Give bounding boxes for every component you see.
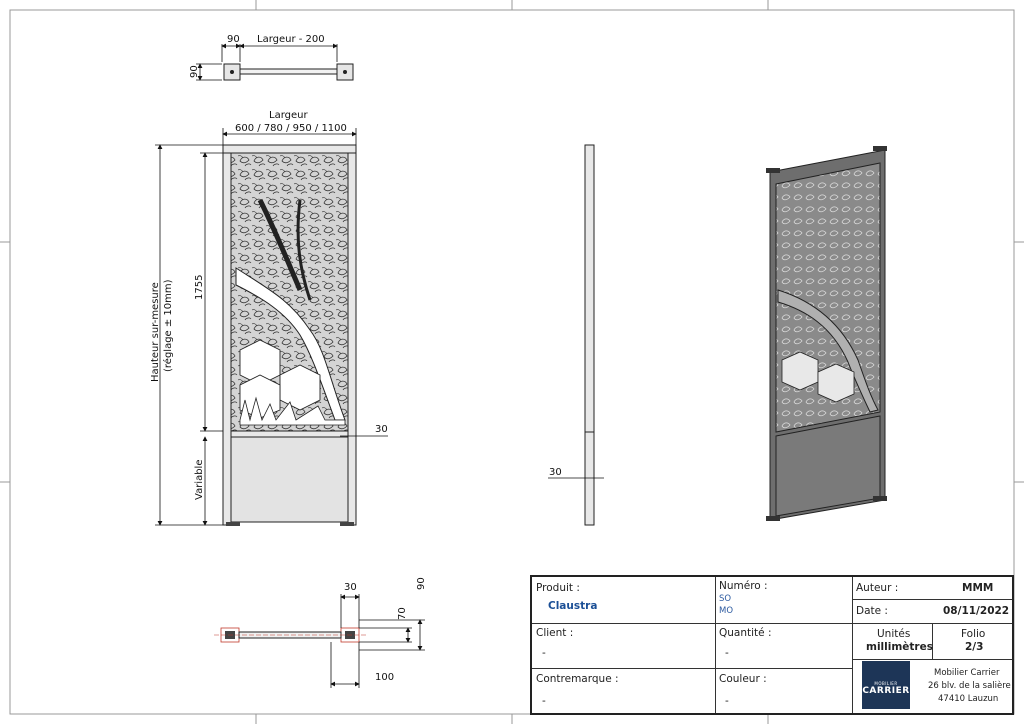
client-label: Client : <box>536 627 574 639</box>
largeur-title: Largeur <box>269 110 308 121</box>
side-view: 30 <box>548 144 604 526</box>
dim-70-detail: 70 <box>397 607 408 620</box>
produit-value: Claustra <box>548 600 598 612</box>
dim-100-detail: 100 <box>375 672 394 683</box>
client-value: - <box>542 647 546 659</box>
dim-30-front: 30 <box>375 424 388 435</box>
dim-90-top: 90 <box>227 34 240 45</box>
dim-90-side: 90 <box>189 65 200 78</box>
company-logo: MOBILIER CARRIER <box>862 661 910 709</box>
largeur-values: 600 / 780 / 950 / 1100 <box>235 123 347 134</box>
company-city: 47410 Lauzun <box>938 694 999 704</box>
numero-mo: MO <box>719 606 734 616</box>
unites-value: millimètres <box>866 641 933 653</box>
company-address: 26 blv. de la salière <box>928 681 1011 691</box>
dim-30-side: 30 <box>549 467 562 478</box>
detail-view: 30 90 70 100 <box>214 577 427 688</box>
front-view: Largeur 600 / 780 / 950 / 1100 Hauteur s… <box>150 110 388 526</box>
title-block: Produit : Claustra Numéro : SO MO Auteur… <box>530 575 1014 715</box>
unites-label: Unités <box>877 628 911 640</box>
dim-1755: 1755 <box>194 275 205 300</box>
reglage-label: (réglage ± 10mm) <box>162 279 174 372</box>
contremarque-label: Contremarque : <box>536 673 619 685</box>
folio-label: Folio <box>961 628 986 640</box>
hauteur-label: Hauteur sur-mesure <box>150 282 161 382</box>
folio-value: 2/3 <box>965 641 984 653</box>
isometric-view <box>766 146 887 521</box>
couleur-label: Couleur : <box>719 673 767 685</box>
top-view: 90 Largeur - 200 90 <box>189 34 354 81</box>
dim-largeur-200: Largeur - 200 <box>257 34 325 45</box>
quantite-value: - <box>725 647 729 659</box>
produit-label: Produit : <box>536 582 580 594</box>
numero-label: Numéro : <box>719 580 768 592</box>
auteur-value: MMM <box>962 582 994 594</box>
date-value: 08/11/2022 <box>943 605 1010 617</box>
company-name: Mobilier Carrier <box>934 668 1000 678</box>
date-label: Date : <box>856 605 888 617</box>
couleur-value: - <box>725 695 729 707</box>
dim-variable: Variable <box>194 460 205 501</box>
contremarque-value: - <box>542 695 546 707</box>
dim-30-detail: 30 <box>344 582 357 593</box>
auteur-label: Auteur : <box>856 582 899 594</box>
dim-90-detail: 90 <box>416 577 427 590</box>
numero-so: SO <box>719 594 732 604</box>
quantite-label: Quantité : <box>719 627 772 639</box>
